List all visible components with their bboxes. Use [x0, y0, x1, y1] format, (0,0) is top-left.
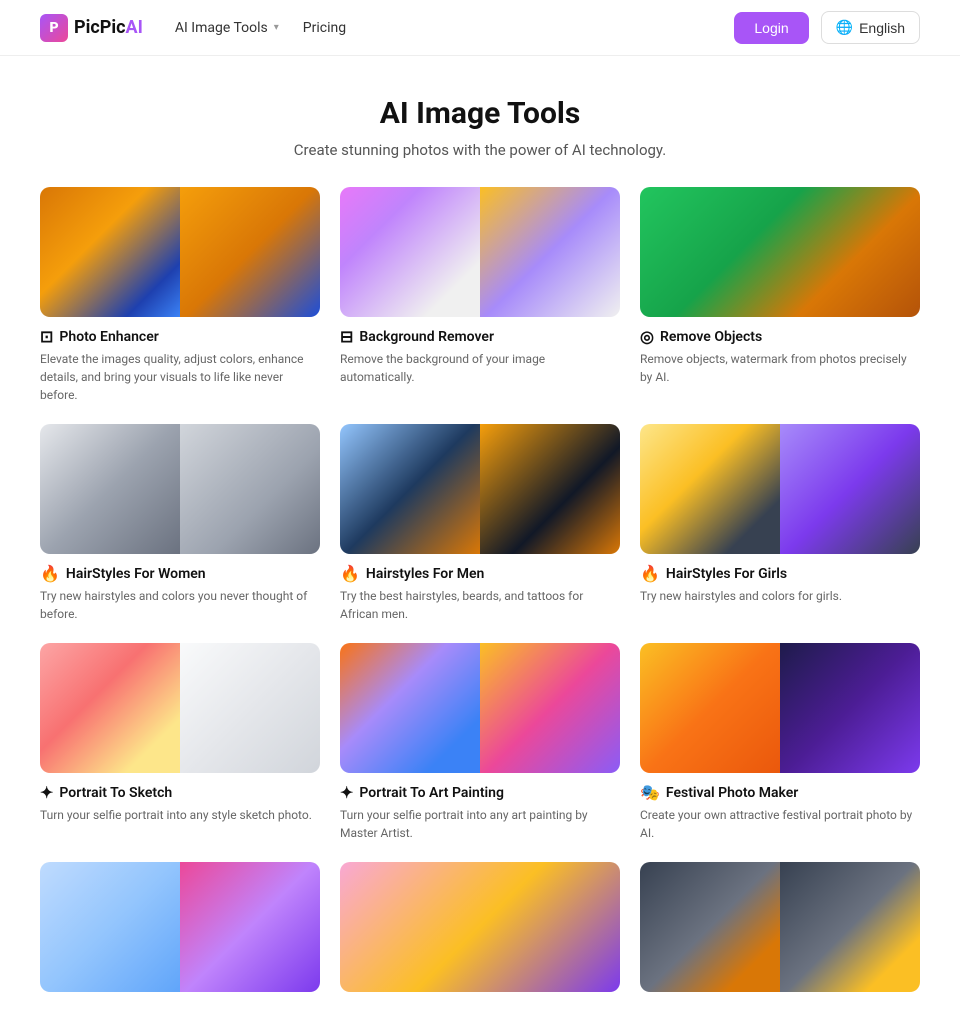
tools-grid-container: ⊡ Photo Enhancer Elevate the images qual…: [0, 187, 960, 1032]
card-desc: Try new hairstyles and colors you never …: [40, 587, 320, 623]
nav-right: Login 🌐 English: [734, 11, 920, 44]
card-image: [40, 187, 320, 317]
card-title: ◎ Remove Objects: [640, 327, 920, 346]
card-image-left: [40, 424, 180, 554]
card-image: [340, 424, 620, 554]
tool-card-hairstyles-men[interactable]: 🔥 Hairstyles For Men Try the best hairst…: [340, 424, 620, 623]
card-icon: ✦: [40, 783, 53, 802]
card-icon: 🔥: [40, 564, 60, 583]
card-image-left: [340, 643, 480, 773]
card-desc: Turn your selfie portrait into any style…: [40, 806, 320, 824]
card-image-right: [180, 424, 320, 554]
card-image-full: [640, 187, 920, 317]
card-image-left: [640, 643, 780, 773]
card-icon: 🔥: [640, 564, 660, 583]
nav-item-pricing[interactable]: Pricing: [303, 20, 346, 36]
nav-left: P PicPicAI AI Image Tools ▾ Pricing: [40, 14, 346, 42]
tool-card-bottom3[interactable]: [640, 862, 920, 992]
card-image-right: [180, 862, 320, 992]
tool-card-hairstyles-women[interactable]: 🔥 HairStyles For Women Try new hairstyle…: [40, 424, 320, 623]
card-image: [40, 643, 320, 773]
card-image: [640, 862, 920, 992]
card-title: ⊡ Photo Enhancer: [40, 327, 320, 346]
card-desc: Turn your selfie portrait into any art p…: [340, 806, 620, 842]
card-image-left: [40, 862, 180, 992]
card-title: ✦ Portrait To Art Painting: [340, 783, 620, 802]
card-image-right: [480, 187, 620, 317]
tool-card-remove-objects[interactable]: ◎ Remove Objects Remove objects, waterma…: [640, 187, 920, 404]
card-image-right: [780, 862, 920, 992]
card-image-right: [780, 424, 920, 554]
tool-card-portrait-sketch[interactable]: ✦ Portrait To Sketch Turn your selfie po…: [40, 643, 320, 842]
card-image: [340, 643, 620, 773]
card-title: 🔥 HairStyles For Girls: [640, 564, 920, 583]
card-image: [640, 643, 920, 773]
nav-menu: AI Image Tools ▾ Pricing: [175, 20, 346, 36]
card-icon: 🎭: [640, 783, 660, 802]
card-image: [40, 862, 320, 992]
card-desc: Remove the background of your image auto…: [340, 350, 620, 386]
card-image: [340, 862, 620, 992]
card-image: [40, 424, 320, 554]
nav-item-tools[interactable]: AI Image Tools ▾: [175, 20, 279, 36]
card-desc: Elevate the images quality, adjust color…: [40, 350, 320, 404]
card-title: 🔥 Hairstyles For Men: [340, 564, 620, 583]
card-image-left: [640, 862, 780, 992]
logo-icon: P: [40, 14, 68, 42]
tool-card-hairstyles-girls[interactable]: 🔥 HairStyles For Girls Try new hairstyle…: [640, 424, 920, 623]
card-icon: ✦: [340, 783, 353, 802]
card-desc: Remove objects, watermark from photos pr…: [640, 350, 920, 386]
tools-grid: ⊡ Photo Enhancer Elevate the images qual…: [40, 187, 920, 992]
card-image-right: [780, 643, 920, 773]
card-image: [640, 424, 920, 554]
card-title: ✦ Portrait To Sketch: [40, 783, 320, 802]
card-image-left: [640, 424, 780, 554]
card-icon: 🔥: [340, 564, 360, 583]
card-icon: ⊟: [340, 327, 353, 346]
card-title: ⊟ Background Remover: [340, 327, 620, 346]
card-image: [640, 187, 920, 317]
card-title: 🎭 Festival Photo Maker: [640, 783, 920, 802]
card-image-right: [480, 424, 620, 554]
card-image-full: [340, 862, 620, 992]
card-image-right: [180, 643, 320, 773]
logo[interactable]: P PicPicAI: [40, 14, 143, 42]
language-button[interactable]: 🌐 English: [821, 11, 920, 44]
login-button[interactable]: Login: [734, 12, 808, 44]
card-desc: Try the best hairstyles, beards, and tat…: [340, 587, 620, 623]
card-image-left: [40, 187, 180, 317]
page-subtitle: Create stunning photos with the power of…: [20, 141, 940, 159]
tool-card-background-remover[interactable]: ⊟ Background Remover Remove the backgrou…: [340, 187, 620, 404]
card-image-right: [180, 187, 320, 317]
card-title: 🔥 HairStyles For Women: [40, 564, 320, 583]
card-image: [340, 187, 620, 317]
hero-section: AI Image Tools Create stunning photos wi…: [0, 56, 960, 187]
tool-card-bottom2[interactable]: [340, 862, 620, 992]
tool-card-festival-maker[interactable]: 🎭 Festival Photo Maker Create your own a…: [640, 643, 920, 842]
tool-card-bottom1[interactable]: [40, 862, 320, 992]
card-icon: ◎: [640, 327, 654, 346]
navbar: P PicPicAI AI Image Tools ▾ Pricing Logi…: [0, 0, 960, 56]
card-desc: Create your own attractive festival port…: [640, 806, 920, 842]
card-image-left: [340, 424, 480, 554]
card-image-right: [480, 643, 620, 773]
card-icon: ⊡: [40, 327, 53, 346]
chevron-down-icon: ▾: [274, 22, 279, 33]
card-desc: Try new hairstyles and colors for girls.: [640, 587, 920, 605]
card-image-left: [40, 643, 180, 773]
logo-text: PicPicAI: [74, 17, 143, 38]
card-image-left: [340, 187, 480, 317]
tool-card-portrait-art[interactable]: ✦ Portrait To Art Painting Turn your sel…: [340, 643, 620, 842]
page-title: AI Image Tools: [20, 96, 940, 131]
globe-icon: 🌐: [836, 19, 853, 36]
tool-card-photo-enhancer[interactable]: ⊡ Photo Enhancer Elevate the images qual…: [40, 187, 320, 404]
